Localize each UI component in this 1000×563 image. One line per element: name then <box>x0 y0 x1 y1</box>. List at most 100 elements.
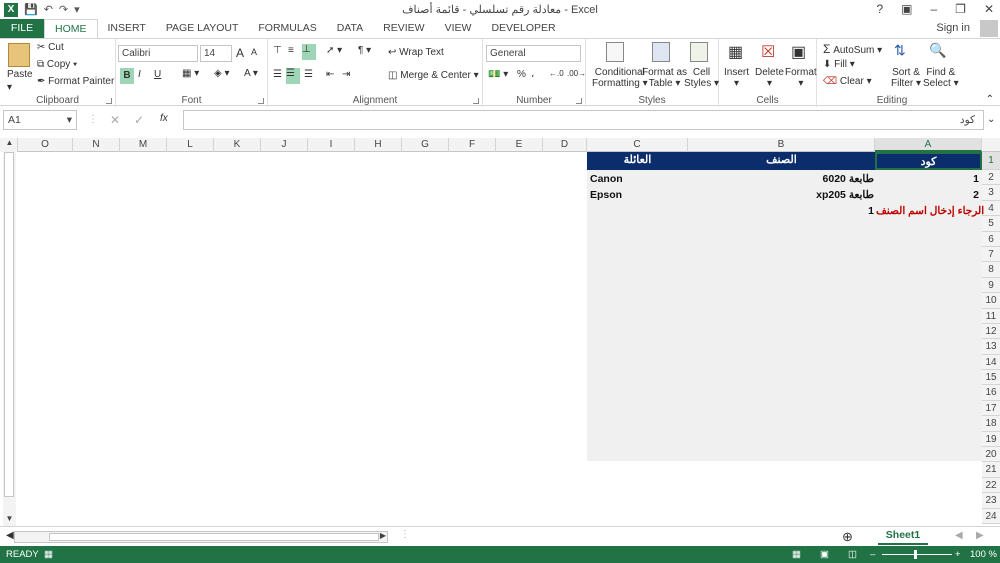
zoom-slider-track[interactable] <box>882 554 952 555</box>
row-header[interactable]: 2 <box>982 170 1000 186</box>
row-header[interactable]: 12 <box>982 323 1000 340</box>
column-header-h[interactable]: H <box>355 138 402 152</box>
horizontal-scroll-thumb[interactable] <box>49 533 379 541</box>
tab-home[interactable]: HOME <box>44 19 98 38</box>
decrease-indent-icon[interactable]: ⇤ <box>326 69 334 80</box>
orientation-icon[interactable]: ➚ ▾ <box>326 45 342 56</box>
paste-dropdown-icon[interactable]: ▾ <box>7 82 12 93</box>
scroll-up-icon[interactable]: ▲ <box>3 138 16 150</box>
row-header[interactable]: 21 <box>982 462 1000 478</box>
tab-view[interactable]: VIEW <box>435 19 482 38</box>
borders-icon[interactable]: ▦ ▾ <box>182 68 199 79</box>
column-header-m[interactable]: M <box>120 138 167 152</box>
cell-a3[interactable]: 2 <box>878 188 979 203</box>
delete-cells-button[interactable]: Delete ▾ <box>755 67 784 89</box>
font-size-select[interactable]: 14 <box>200 45 232 62</box>
zoom-out-icon[interactable]: – <box>870 546 875 563</box>
column-header-b[interactable]: B <box>688 138 875 152</box>
sort-filter-button[interactable]: Sort & Filter ▾ <box>891 67 921 89</box>
column-header-f[interactable]: F <box>449 138 496 152</box>
row-header[interactable]: 16 <box>982 385 1000 401</box>
comma-style-button[interactable]: ، <box>531 69 534 80</box>
cell-styles-button[interactable]: Cell Styles ▾ <box>684 67 719 89</box>
vertical-scrollbar[interactable]: ▲ ▼ <box>3 138 16 526</box>
horizontal-scrollbar[interactable]: ▶ <box>14 531 388 543</box>
header-cell-family[interactable]: العائلة <box>587 152 688 170</box>
rtl-direction-icon[interactable]: ¶ ▾ <box>358 45 371 56</box>
increase-decimal-icon[interactable]: ←.0 <box>549 69 564 78</box>
font-color-icon[interactable]: A ▾ <box>244 68 258 79</box>
align-center-icon[interactable]: ☰ <box>286 68 300 84</box>
ribbon-display-icon[interactable]: ▣ <box>901 2 912 16</box>
restore-icon[interactable]: ❐ <box>955 2 966 16</box>
row-header[interactable]: 17 <box>982 400 1000 417</box>
number-launcher-icon[interactable] <box>576 98 582 104</box>
zoom-slider-thumb[interactable] <box>914 550 917 559</box>
row-header[interactable]: 6 <box>982 231 1000 247</box>
italic-button[interactable]: I <box>138 69 141 80</box>
column-header-j[interactable]: J <box>261 138 308 152</box>
macro-record-icon[interactable]: ▦ <box>44 546 53 563</box>
align-top-icon[interactable]: ⊤ <box>273 45 282 56</box>
cell-c3[interactable]: Epson <box>590 188 622 203</box>
row-header[interactable]: 23 <box>982 493 1000 509</box>
tab-review[interactable]: REVIEW <box>373 19 434 38</box>
cell-c2[interactable]: Canon <box>590 172 623 187</box>
alignment-launcher-icon[interactable] <box>473 98 479 104</box>
insert-function-button[interactable]: fx <box>160 113 168 124</box>
clear-button[interactable]: ⌫ Clear ▾ <box>823 76 872 87</box>
tab-split-icon[interactable]: ⋮ <box>400 529 410 540</box>
column-header-i[interactable]: I <box>308 138 355 152</box>
row-header[interactable]: 5 <box>982 216 1000 232</box>
tab-developer[interactable]: DEVELOPER <box>481 19 565 38</box>
row-header[interactable]: 14 <box>982 354 1000 371</box>
column-header-a[interactable]: A <box>875 138 982 152</box>
shrink-font-button[interactable]: A <box>251 47 257 57</box>
tab-insert[interactable]: INSERT <box>98 19 156 38</box>
cell-b4[interactable]: 1 <box>820 204 874 219</box>
align-right-icon[interactable]: ☰ <box>304 69 313 80</box>
cell-b3[interactable]: xp205 طابعة <box>790 188 874 203</box>
scroll-right-icon[interactable]: ▶ <box>380 531 386 540</box>
find-select-button[interactable]: Find & Select ▾ <box>923 67 959 89</box>
column-header-e[interactable]: E <box>496 138 543 152</box>
column-header-o[interactable]: O <box>18 138 73 152</box>
tab-file[interactable]: FILE <box>0 19 44 38</box>
currency-icon[interactable]: 💵 ▾ <box>488 69 508 80</box>
grow-font-button[interactable]: A <box>236 46 244 60</box>
name-box[interactable]: A1 ▾ <box>3 110 77 130</box>
number-format-select[interactable]: General <box>486 45 581 62</box>
name-box-dropdown-icon[interactable]: ▾ <box>67 111 72 129</box>
cancel-entry-icon[interactable]: ✕ <box>110 113 120 127</box>
header-cell-item[interactable]: الصنف <box>688 152 875 170</box>
font-name-select[interactable]: Calibri <box>118 45 198 62</box>
zoom-level[interactable]: 100 % <box>970 546 997 563</box>
column-header-k[interactable]: K <box>214 138 261 152</box>
align-left-icon[interactable]: ☰ <box>273 69 282 80</box>
row-header[interactable]: 20 <box>982 447 1000 463</box>
tab-page-layout[interactable]: PAGE LAYOUT <box>156 19 249 38</box>
scroll-left-icon[interactable]: ◀ <box>6 530 14 541</box>
row-header[interactable]: 4 <box>982 200 1000 217</box>
collapse-ribbon-icon[interactable]: ⌃ <box>986 94 994 105</box>
conditional-formatting-button[interactable]: Conditional Formatting ▾ <box>592 67 648 89</box>
avatar[interactable] <box>980 20 998 37</box>
cell-a4-warning[interactable]: الرجاء إدخال اسم الصنف <box>876 204 984 219</box>
row-header[interactable]: 22 <box>982 477 1000 494</box>
cell-a2[interactable]: 1 <box>878 172 979 187</box>
row-header[interactable]: 9 <box>982 277 1000 294</box>
increase-indent-icon[interactable]: ⇥ <box>342 69 350 80</box>
select-all-corner[interactable] <box>982 138 1000 152</box>
percent-button[interactable]: % <box>517 69 526 80</box>
fill-color-icon[interactable]: ◈ ▾ <box>214 68 230 79</box>
row-header[interactable]: 3 <box>982 185 1000 201</box>
worksheet-grid[interactable]: ▲ ▼ O N M L K J I H G F E D C B A 1 2 3 … <box>0 138 1000 526</box>
format-as-table-button[interactable]: Format as Table ▾ <box>642 67 687 89</box>
page-layout-view-icon[interactable]: ▣ <box>820 546 829 563</box>
row-header[interactable]: 19 <box>982 431 1000 448</box>
font-launcher-icon[interactable] <box>258 98 264 104</box>
row-header[interactable]: 10 <box>982 293 1000 309</box>
row-header[interactable]: 11 <box>982 308 1000 324</box>
cell-b2[interactable]: 6020 طابعة <box>790 172 874 187</box>
column-header-l[interactable]: L <box>167 138 214 152</box>
